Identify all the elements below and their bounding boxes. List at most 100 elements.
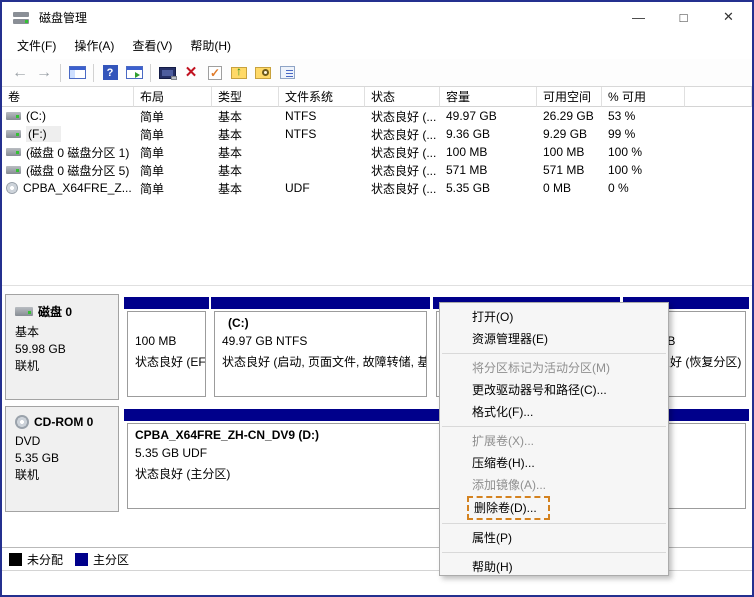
- context-menu-item-extend-volume[interactable]: 扩展卷(X)...: [440, 430, 668, 452]
- volume-name: (C:): [26, 109, 46, 123]
- context-menu: 打开(O) 资源管理器(E) 将分区标记为活动分区(M) 更改驱动器号和路径(C…: [439, 302, 669, 576]
- partition-name: (C:): [222, 316, 426, 334]
- partition-size: 49.97 GB NTFS: [222, 334, 426, 353]
- context-menu-item-properties[interactable]: 属性(P): [440, 527, 668, 549]
- context-menu-item-add-mirror[interactable]: 添加镜像(A)...: [440, 474, 668, 496]
- table-row[interactable]: (F:) 简单 基本 NTFS 状态良好 (... 9.36 GB 9.29 G…: [2, 125, 752, 143]
- back-icon[interactable]: ←: [8, 61, 32, 85]
- context-menu-item-format[interactable]: 格式化(F)...: [440, 401, 668, 423]
- cell-capacity: 9.36 GB: [440, 125, 537, 143]
- partition-status: 状态良好 (EFI: [135, 353, 205, 372]
- cell-free: 0 MB: [537, 179, 602, 197]
- column-header-empty: [685, 87, 752, 107]
- cell-capacity: 571 MB: [440, 161, 537, 179]
- menu-separator: [442, 552, 666, 553]
- disk-type: DVD: [15, 433, 110, 450]
- column-header-capacity[interactable]: 容量: [440, 87, 537, 107]
- cell-layout: 简单: [134, 125, 212, 143]
- legend-primary-partition: 主分区: [75, 551, 129, 568]
- folder-up-icon[interactable]: ↑: [227, 61, 251, 85]
- volume-name: (磁盘 0 磁盘分区 5): [26, 162, 129, 179]
- table-row[interactable]: (C:) 简单 基本 NTFS 状态良好 (... 49.97 GB 26.29…: [2, 107, 752, 125]
- disk0-header[interactable]: 磁盘 0 基本 59.98 GB 联机: [5, 294, 119, 400]
- toolbar-separator: [93, 64, 94, 82]
- cell-capacity: 49.97 GB: [440, 107, 537, 125]
- table-row[interactable]: (磁盘 0 磁盘分区 1) 简单 基本 状态良好 (... 100 MB 100…: [2, 143, 752, 161]
- help-icon[interactable]: ?: [98, 61, 122, 85]
- partition-size: 100 MB: [135, 334, 205, 353]
- minimize-button[interactable]: —: [616, 2, 661, 32]
- context-menu-item-help[interactable]: 帮助(H): [440, 556, 668, 576]
- cell-fs: NTFS: [279, 125, 365, 143]
- context-menu-item-explorer[interactable]: 资源管理器(E): [440, 328, 668, 350]
- cell-status: 状态良好 (...: [365, 107, 440, 125]
- partition-c[interactable]: (C:) 49.97 GB NTFS 状态良好 (启动, 页面文件, 故障转储,…: [211, 294, 430, 400]
- cell-status: 状态良好 (...: [365, 125, 440, 143]
- delete-x-icon[interactable]: ✕: [179, 61, 203, 85]
- menu-item-help[interactable]: 帮助(H): [181, 33, 240, 58]
- partition-strip: [211, 297, 430, 309]
- disk-status: 联机: [15, 358, 110, 375]
- maximize-button[interactable]: □: [661, 2, 706, 32]
- context-menu-item-change-drive-letter[interactable]: 更改驱动器号和路径(C)...: [440, 379, 668, 401]
- cell-free: 26.29 GB: [537, 107, 602, 125]
- cell-capacity: 100 MB: [440, 143, 537, 161]
- cdrom0-header[interactable]: CD-ROM 0 DVD 5.35 GB 联机: [5, 406, 119, 512]
- cell-pct: 100 %: [602, 161, 685, 179]
- unallocated-swatch: [9, 553, 22, 566]
- cell-type: 基本: [212, 161, 279, 179]
- cell-status: 状态良好 (...: [365, 143, 440, 161]
- context-menu-item-shrink-volume[interactable]: 压缩卷(H)...: [440, 452, 668, 474]
- cell-type: 基本: [212, 179, 279, 197]
- cell-status: 状态良好 (...: [365, 161, 440, 179]
- folder-search-icon[interactable]: [251, 61, 275, 85]
- close-button[interactable]: ✕: [706, 2, 751, 32]
- cell-fs: UDF: [279, 179, 365, 197]
- disk-size: 5.35 GB: [15, 450, 110, 467]
- checklist-icon[interactable]: [275, 61, 299, 85]
- cell-type: 基本: [212, 125, 279, 143]
- column-header-status[interactable]: 状态: [365, 87, 440, 107]
- context-menu-item-delete-volume[interactable]: 删除卷(D)...: [440, 496, 668, 520]
- column-header-filesystem[interactable]: 文件系统: [279, 87, 365, 107]
- toolbar: ← → ? ✕ ✓ ↑: [2, 59, 752, 87]
- table-row[interactable]: CPBA_X64FRE_Z... 简单 基本 UDF 状态良好 (... 5.3…: [2, 179, 752, 197]
- cell-pct: 99 %: [602, 125, 685, 143]
- cell-type: 基本: [212, 143, 279, 161]
- check-icon[interactable]: ✓: [203, 61, 227, 85]
- menu-item-file[interactable]: 文件(F): [8, 33, 65, 58]
- disk-icon: [15, 307, 33, 316]
- context-menu-item-mark-active[interactable]: 将分区标记为活动分区(M): [440, 357, 668, 379]
- forward-icon[interactable]: →: [32, 61, 56, 85]
- cell-layout: 简单: [134, 143, 212, 161]
- disk-size: 59.98 GB: [15, 341, 110, 358]
- volume-name: (F:): [26, 126, 61, 142]
- console-tree-icon[interactable]: [65, 61, 89, 85]
- column-header-type[interactable]: 类型: [212, 87, 279, 107]
- menu-separator: [442, 523, 666, 524]
- column-header-pct-free[interactable]: % 可用: [602, 87, 685, 107]
- cell-type: 基本: [212, 107, 279, 125]
- table-row[interactable]: (磁盘 0 磁盘分区 5) 简单 基本 状态良好 (... 571 MB 571…: [2, 161, 752, 179]
- menu-separator: [442, 426, 666, 427]
- primary-partition-swatch: [75, 553, 88, 566]
- cell-fs: NTFS: [279, 107, 365, 125]
- cell-free: 9.29 GB: [537, 125, 602, 143]
- column-header-volume[interactable]: 卷: [2, 87, 134, 107]
- menu-separator: [442, 353, 666, 354]
- cell-pct: 0 %: [602, 179, 685, 197]
- menu-item-action[interactable]: 操作(A): [65, 33, 123, 58]
- toolbar-separator: [150, 64, 151, 82]
- window-title: 磁盘管理: [39, 9, 87, 26]
- monitor-icon[interactable]: [155, 61, 179, 85]
- disk-icon: [6, 112, 21, 120]
- column-header-layout[interactable]: 布局: [134, 87, 212, 107]
- cell-free: 100 MB: [537, 143, 602, 161]
- volume-name: CPBA_X64FRE_Z...: [23, 181, 132, 195]
- disk-type: 基本: [15, 324, 110, 341]
- context-menu-item-open[interactable]: 打开(O): [440, 306, 668, 328]
- partition-efi[interactable]: 100 MB 状态良好 (EFI: [124, 294, 209, 400]
- column-header-free-space[interactable]: 可用空间: [537, 87, 602, 107]
- action-pane-icon[interactable]: [122, 61, 146, 85]
- menu-item-view[interactable]: 查看(V): [123, 33, 181, 58]
